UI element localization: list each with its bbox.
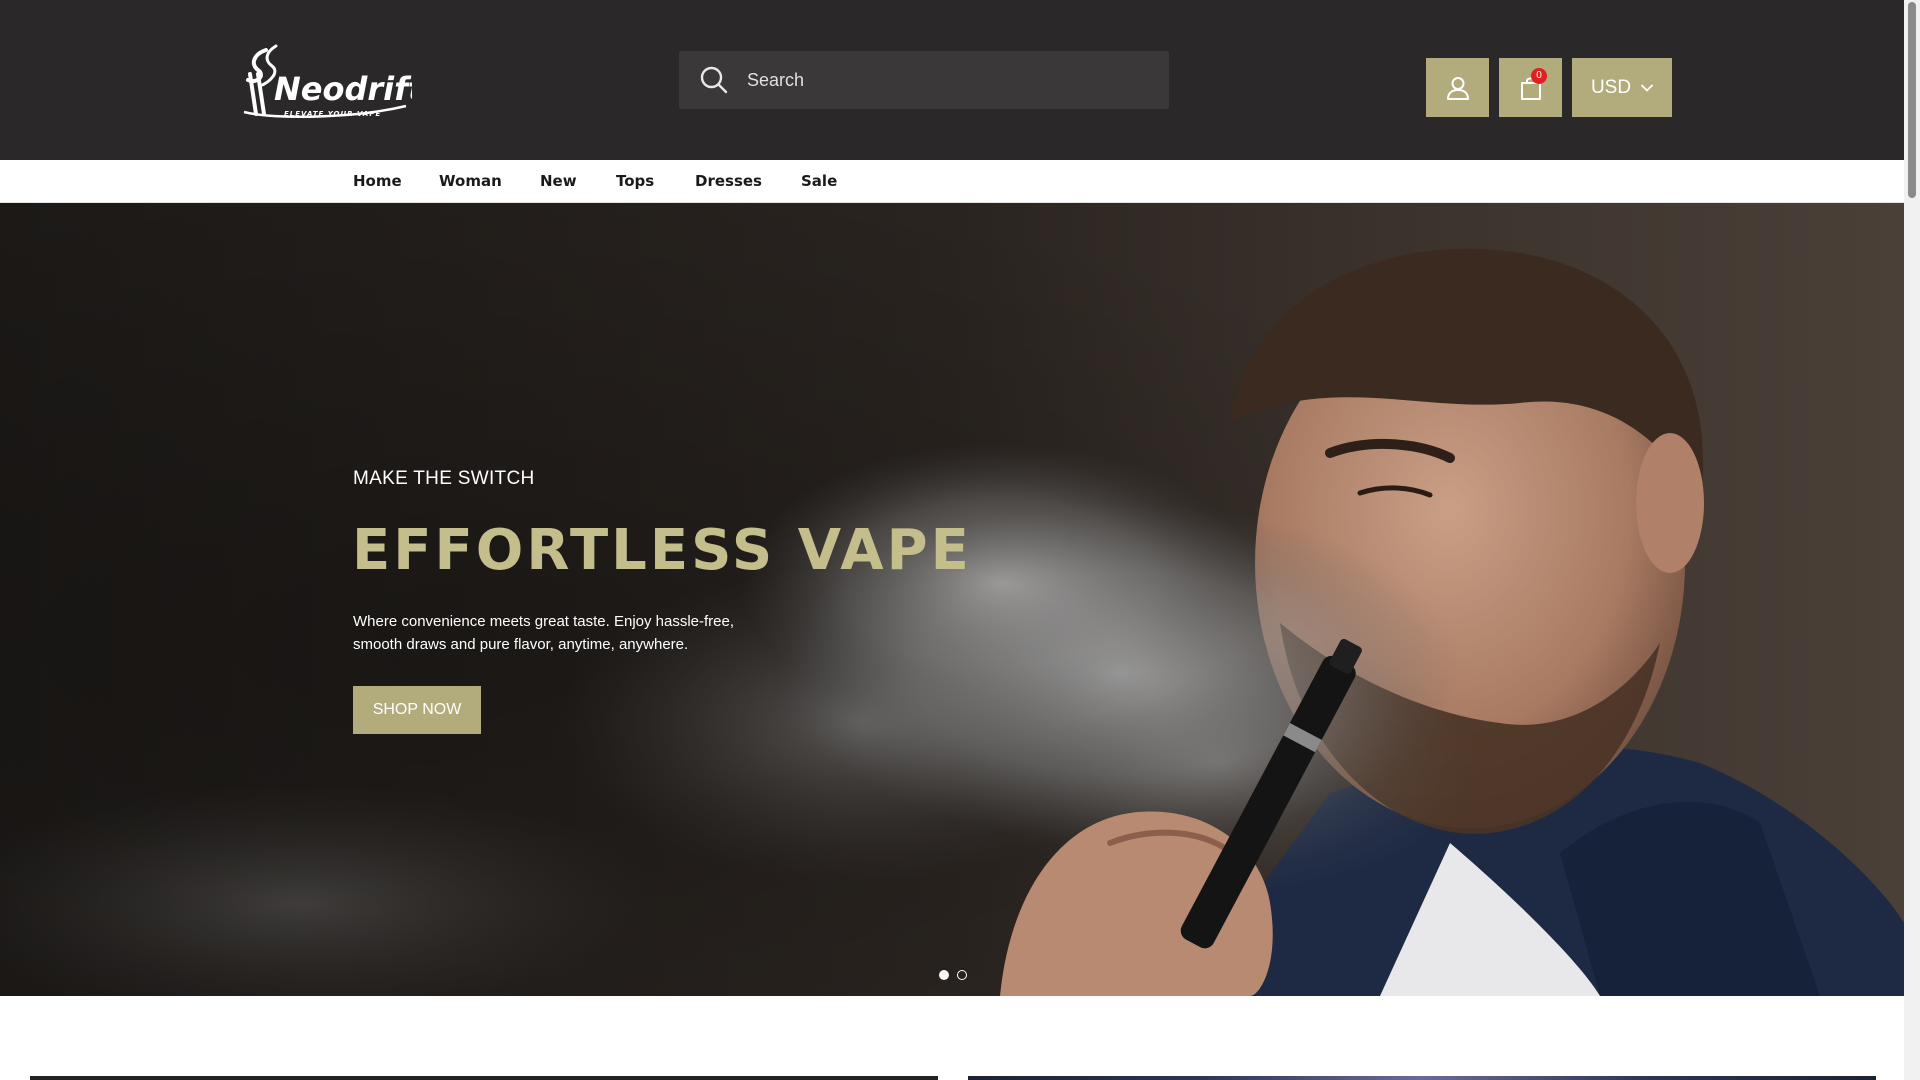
- user-icon: [1446, 76, 1469, 100]
- logo-tagline: ELEVATE YOUR VAPE: [284, 110, 381, 118]
- account-button[interactable]: [1426, 58, 1489, 117]
- search-icon[interactable]: [699, 65, 729, 95]
- slide-dot-1[interactable]: [939, 970, 949, 980]
- scrollbar-thumb[interactable]: [1908, 2, 1916, 198]
- nav-item-woman[interactable]: Woman: [439, 172, 502, 190]
- main-nav: Home Woman New Tops Dresses Sale: [0, 160, 1904, 203]
- currency-selector[interactable]: USD: [1572, 58, 1672, 117]
- cart-button[interactable]: 0: [1499, 58, 1562, 117]
- collection-card-right[interactable]: [968, 1076, 1876, 1080]
- hero-title: EFFORTLESS VAPE: [352, 518, 972, 583]
- cart-count-badge: 0: [1531, 68, 1547, 84]
- shop-now-button[interactable]: SHOP NOW: [353, 686, 481, 734]
- slide-dot-2[interactable]: [957, 970, 967, 980]
- nav-item-home[interactable]: Home: [353, 172, 402, 190]
- logo-graphic: Neodrift ELEVATE YOUR VAPE: [243, 44, 425, 119]
- search-bar: [679, 51, 1169, 109]
- hero-banner: MAKE THE SWITCH EFFORTLESS VAPE Where co…: [0, 203, 1904, 996]
- hero-image: [0, 203, 1904, 996]
- nav-item-new[interactable]: New: [540, 172, 577, 190]
- hero-kicker: MAKE THE SWITCH: [353, 468, 535, 489]
- collection-card-left[interactable]: [30, 1076, 938, 1080]
- nav-item-tops[interactable]: Tops: [616, 172, 654, 190]
- hero-description: Where convenience meets great taste. Enj…: [353, 613, 735, 653]
- chevron-down-icon: [1641, 84, 1653, 92]
- site-header: Neodrift ELEVATE YOUR VAPE 0 USD: [0, 0, 1904, 160]
- logo-wordmark: Neodrift: [274, 70, 412, 108]
- page-scrollbar[interactable]: [1904, 0, 1920, 1080]
- nav-item-sale[interactable]: Sale: [801, 172, 837, 190]
- currency-value: USD: [1590, 76, 1632, 98]
- nav-item-dresses[interactable]: Dresses: [695, 172, 762, 190]
- search-input[interactable]: [747, 51, 1157, 109]
- site-logo[interactable]: Neodrift ELEVATE YOUR VAPE: [236, 40, 425, 122]
